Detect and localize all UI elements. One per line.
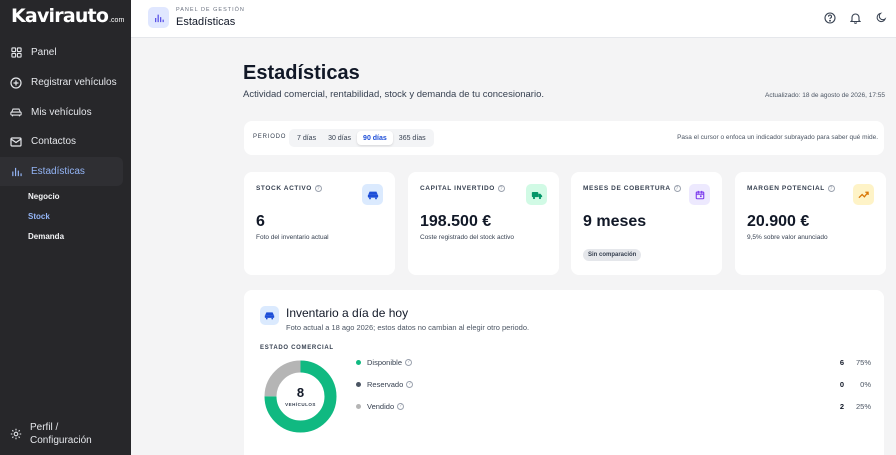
kpi-card-margen-potencial: MARGEN POTENCIAL? 20.900 € 9,5% sobre va…	[735, 172, 886, 275]
info-icon[interactable]: ?	[673, 185, 681, 192]
sidebar-item-label: Mis vehículos	[31, 106, 92, 118]
period-option-90[interactable]: 90 días	[357, 131, 393, 145]
period-selector: PERIODO 7 días 30 días 90 días 365 días …	[244, 121, 884, 155]
legend-percent: 25%	[855, 401, 871, 411]
kpi-note: Foto del inventario actual	[256, 234, 329, 241]
info-icon[interactable]: ?	[827, 185, 835, 192]
kpi-value: 6	[256, 213, 265, 230]
car-icon	[10, 106, 22, 118]
sidebar-item-label: Contactos	[31, 136, 77, 148]
sidebar-item-estadisticas[interactable]: Estadísticas	[0, 156, 123, 187]
brand-logo[interactable]: Kavirauto .com	[11, 5, 124, 27]
legend-dot	[356, 359, 361, 365]
inventory-card: Inventario a día de hoy Foto actual a 18…	[244, 290, 884, 455]
legend-item-disponible: Disponible ? 6 75%	[356, 356, 871, 368]
page-subtitle: Actividad comercial, rentabilidad, stock…	[243, 89, 544, 100]
kpi-note: 9,5% sobre valor anunciado	[747, 234, 828, 241]
plus-circle-icon	[10, 76, 22, 89]
grid-icon	[10, 47, 22, 59]
period-pills: 7 días 30 días 90 días 365 días	[289, 129, 434, 147]
kpi-card-meses-cobertura: MESES DE COBERTURA? 9 meses Sin comparac…	[571, 172, 722, 275]
topbar: PANEL DE GESTIÓN Estadísticas	[131, 0, 896, 38]
legend-count: 2	[839, 401, 844, 411]
kpi-label[interactable]: MESES DE COBERTURA?	[583, 185, 681, 192]
car-icon	[362, 184, 383, 205]
mail-icon	[10, 136, 22, 148]
legend-count: 6	[839, 357, 844, 367]
kpi-value: 20.900 €	[747, 213, 810, 230]
info-icon[interactable]: ?	[397, 402, 405, 410]
kpi-card-capital-invertido: CAPITAL INVERTIDO? 198.500 € Coste regis…	[408, 172, 559, 275]
sidebar-subitem-stock[interactable]: Stock	[28, 206, 131, 226]
kpi-label[interactable]: STOCK ACTIVO?	[256, 185, 322, 192]
period-option-7[interactable]: 7 días	[291, 131, 322, 145]
brand-name: Kavirauto	[11, 5, 109, 27]
sidebar-item-label: Registrar vehículos	[31, 77, 117, 89]
section-label: ESTADO COMERCIAL	[260, 345, 334, 351]
legend-label: Disponible	[367, 357, 403, 367]
legend-dot	[356, 403, 361, 409]
legend-percent: 0%	[860, 379, 871, 389]
trend-up-icon	[853, 184, 874, 205]
breadcrumb: PANEL DE GESTIÓN	[176, 7, 245, 13]
status-badge: Sin comparación	[583, 249, 642, 261]
calendar-icon	[689, 184, 710, 205]
stats-badge-icon	[148, 7, 169, 28]
inventory-title: Inventario a día de hoy	[286, 306, 409, 320]
kpi-value: 9 meses	[583, 213, 647, 230]
inventory-subtitle: Foto actual a 18 ago 2026; estos datos n…	[286, 323, 530, 332]
car-icon	[260, 306, 279, 325]
period-option-30[interactable]: 30 días	[322, 131, 357, 145]
info-icon[interactable]: ?	[405, 358, 413, 366]
brand-tld: .com	[109, 17, 125, 24]
kpi-note: Coste registrado del stock activo	[420, 234, 514, 241]
kpi-label[interactable]: CAPITAL INVERTIDO?	[420, 185, 505, 192]
sidebar-item-panel[interactable]: Panel	[0, 38, 131, 68]
info-icon[interactable]: ?	[497, 185, 505, 192]
donut-total: 8	[296, 385, 305, 400]
legend-label: Reservado	[367, 379, 404, 389]
bar-chart-icon	[10, 166, 22, 178]
sidebar-submenu: Negocio Stock Demanda	[0, 186, 131, 246]
sidebar-subitem-negocio[interactable]: Negocio	[28, 186, 131, 206]
page-title: Estadísticas	[243, 62, 360, 84]
sidebar-item-contactos[interactable]: Contactos	[0, 127, 131, 157]
sidebar: Kavirauto .com Panel Registrar vehículos…	[0, 0, 131, 455]
legend-count: 0	[839, 379, 844, 389]
legend-item-reservado: Reservado ? 0 0%	[356, 378, 871, 390]
info-icon[interactable]: ?	[314, 185, 322, 192]
kpi-card-stock-activo: STOCK ACTIVO? 6 Foto del inventario actu…	[244, 172, 395, 275]
period-option-365[interactable]: 365 días	[393, 131, 432, 145]
sidebar-item-registrar-vehiculos[interactable]: Registrar vehículos	[0, 68, 131, 98]
donut-unit: VEHÍCULOS	[285, 402, 316, 407]
legend-dot	[356, 381, 361, 387]
bell-icon[interactable]	[849, 11, 862, 24]
moon-icon[interactable]	[875, 11, 888, 24]
sidebar-item-label: Panel	[31, 47, 57, 59]
kpi-label[interactable]: MARGEN POTENCIAL?	[747, 185, 835, 192]
sidebar-nav: Panel Registrar vehículos Mis vehículos …	[0, 38, 131, 246]
updated-timestamp: Actualizado: 18 de agosto de 2026, 17:55	[765, 92, 885, 99]
gear-icon	[10, 428, 22, 440]
legend-percent: 75%	[855, 357, 871, 367]
truck-icon	[526, 184, 547, 205]
period-hint: Pasa el cursor o enfoca un indicador sub…	[677, 134, 878, 141]
help-icon[interactable]	[823, 11, 836, 24]
sidebar-item-mis-vehiculos[interactable]: Mis vehículos	[0, 97, 131, 127]
profile-label: Perfil / Configuración	[30, 422, 92, 446]
period-label: PERIODO	[253, 134, 287, 140]
kpi-value: 198.500 €	[420, 213, 492, 230]
legend-label: Vendido	[367, 401, 395, 411]
profile-settings-link[interactable]: Perfil / Configuración	[10, 421, 92, 447]
sidebar-item-label: Estadísticas	[31, 166, 85, 178]
info-icon[interactable]: ?	[406, 380, 414, 388]
topbar-title: Estadísticas	[176, 16, 236, 28]
legend-item-vendido: Vendido ? 2 25%	[356, 400, 871, 412]
sidebar-subitem-demanda[interactable]: Demanda	[28, 226, 131, 246]
